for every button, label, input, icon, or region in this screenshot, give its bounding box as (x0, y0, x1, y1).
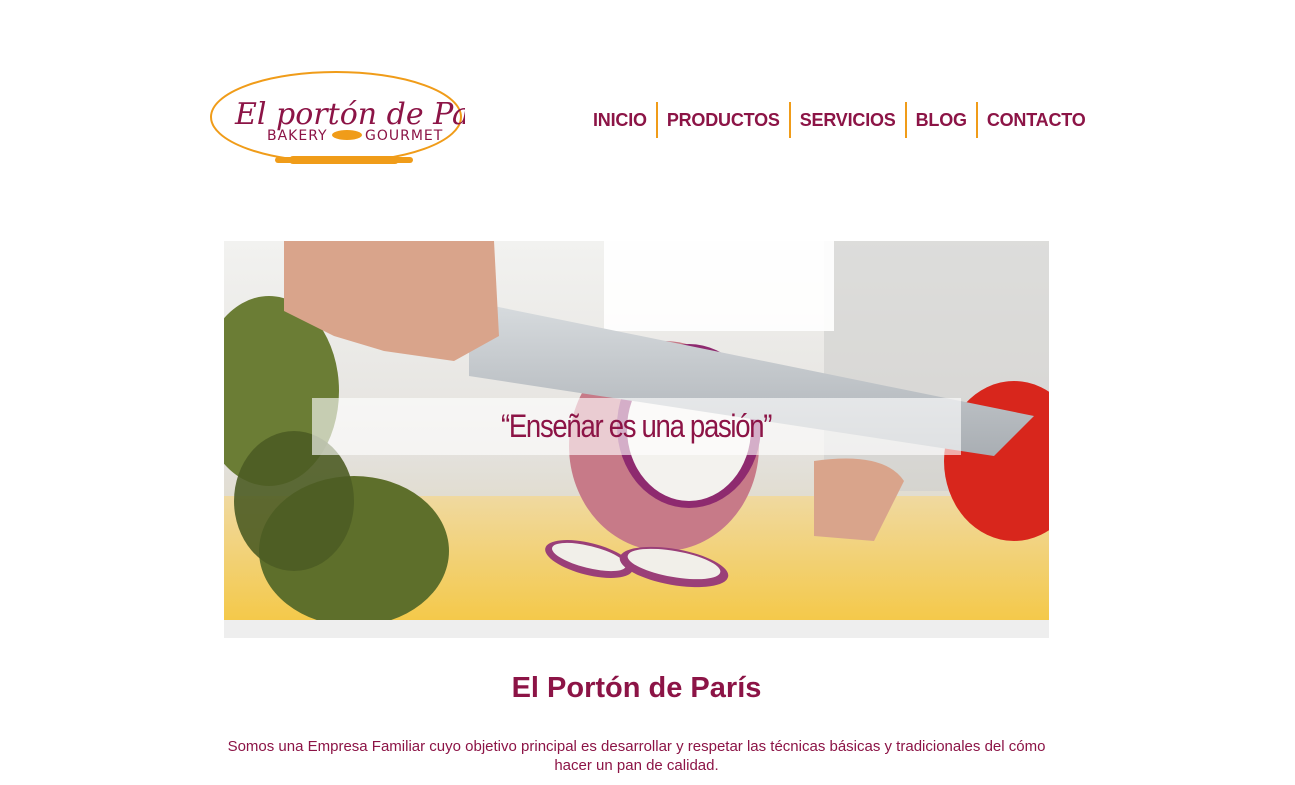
logo-tagline-right: GOURMET (365, 128, 443, 144)
hero-slider[interactable]: “Enseñar es una pasión” (224, 241, 1049, 620)
hero-caption: “Enseñar es una pasión” (312, 398, 961, 455)
nav-contacto[interactable]: CONTACTO (978, 102, 1095, 138)
intro-text: Somos una Empresa Familiar cuyo objetivo… (227, 738, 1046, 774)
logo-tagline-left: BAKERY (267, 128, 328, 144)
page-title: El Portón de París (511, 672, 762, 704)
site-logo[interactable]: El portón de París BAKERY GOURMET (209, 70, 465, 170)
slider-bar (224, 620, 1049, 638)
nav-blog[interactable]: BLOG (907, 102, 976, 138)
nav-productos[interactable]: PRODUCTOS (658, 102, 789, 138)
nav-servicios[interactable]: SERVICIOS (791, 102, 905, 138)
rolling-pin-icon (289, 156, 399, 164)
logo-script-text: El portón de París (234, 97, 465, 132)
main-nav: INICIO PRODUCTOS SERVICIOS BLOG CONTACTO (584, 102, 1095, 138)
nav-inicio[interactable]: INICIO (584, 102, 656, 138)
hero-caption-text: “Enseñar es una pasión” (501, 408, 772, 444)
bread-icon (332, 130, 362, 140)
